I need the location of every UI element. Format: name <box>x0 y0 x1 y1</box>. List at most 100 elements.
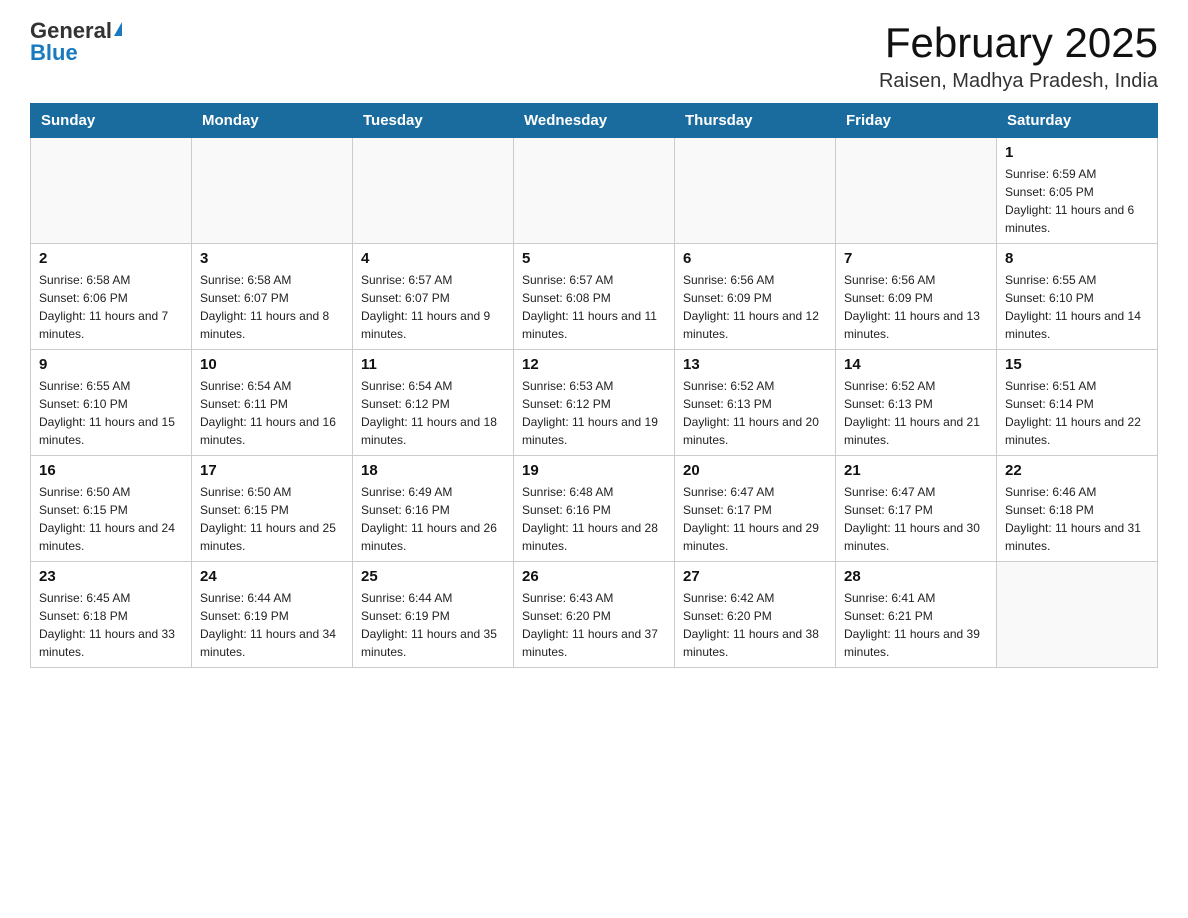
calendar-day-cell: 2 Sunrise: 6:58 AMSunset: 6:06 PMDaylight… <box>31 244 192 350</box>
calendar-day-cell: 21 Sunrise: 6:47 AMSunset: 6:17 PMDayligh… <box>836 456 997 562</box>
day-info: Sunrise: 6:44 AMSunset: 6:19 PMDaylight:… <box>200 589 344 661</box>
day-number: 2 <box>39 250 183 267</box>
day-number: 27 <box>683 568 827 585</box>
day-number: 11 <box>361 356 505 373</box>
day-info: Sunrise: 6:52 AMSunset: 6:13 PMDaylight:… <box>683 377 827 449</box>
day-info: Sunrise: 6:42 AMSunset: 6:20 PMDaylight:… <box>683 589 827 661</box>
calendar-header-row: SundayMondayTuesdayWednesdayThursdayFrid… <box>31 104 1158 138</box>
day-info: Sunrise: 6:56 AMSunset: 6:09 PMDaylight:… <box>844 271 988 343</box>
calendar-day-cell: 15Sunrise: 6:51 AMSunset: 6:14 PMDayligh… <box>997 350 1158 456</box>
calendar-day-cell: 17 Sunrise: 6:50 AMSunset: 6:15 PMDayligh… <box>192 456 353 562</box>
day-info: Sunrise: 6:58 AMSunset: 6:06 PMDaylight:… <box>39 271 183 343</box>
calendar-day-cell: 27 Sunrise: 6:42 AMSunset: 6:20 PMDayligh… <box>675 562 836 668</box>
day-of-week-header: Friday <box>836 104 997 138</box>
day-info: Sunrise: 6:47 AMSunset: 6:17 PMDaylight:… <box>683 483 827 555</box>
calendar-day-cell: 28 Sunrise: 6:41 AMSunset: 6:21 PMDayligh… <box>836 562 997 668</box>
day-info: Sunrise: 6:47 AMSunset: 6:17 PMDaylight:… <box>844 483 988 555</box>
calendar-day-cell: 5 Sunrise: 6:57 AMSunset: 6:08 PMDaylight… <box>514 244 675 350</box>
calendar-day-cell: 6 Sunrise: 6:56 AMSunset: 6:09 PMDaylight… <box>675 244 836 350</box>
day-number: 3 <box>200 250 344 267</box>
day-number: 4 <box>361 250 505 267</box>
day-info: Sunrise: 6:55 AMSunset: 6:10 PMDaylight:… <box>39 377 183 449</box>
day-info: Sunrise: 6:41 AMSunset: 6:21 PMDaylight:… <box>844 589 988 661</box>
calendar-week-row: 9 Sunrise: 6:55 AMSunset: 6:10 PMDaylight… <box>31 350 1158 456</box>
calendar-day-cell <box>997 562 1158 668</box>
day-info: Sunrise: 6:57 AMSunset: 6:08 PMDaylight:… <box>522 271 666 343</box>
calendar-day-cell: 3 Sunrise: 6:58 AMSunset: 6:07 PMDaylight… <box>192 244 353 350</box>
calendar-day-cell: 11 Sunrise: 6:54 AMSunset: 6:12 PMDayligh… <box>353 350 514 456</box>
calendar-day-cell: 14 Sunrise: 6:52 AMSunset: 6:13 PMDayligh… <box>836 350 997 456</box>
page-title: February 2025 <box>879 20 1158 66</box>
day-number: 1 <box>1005 144 1149 161</box>
day-of-week-header: Tuesday <box>353 104 514 138</box>
day-number: 16 <box>39 462 183 479</box>
calendar-day-cell <box>31 138 192 244</box>
day-number: 21 <box>844 462 988 479</box>
day-info: Sunrise: 6:49 AMSunset: 6:16 PMDaylight:… <box>361 483 505 555</box>
day-info: Sunrise: 6:58 AMSunset: 6:07 PMDaylight:… <box>200 271 344 343</box>
day-number: 12 <box>522 356 666 373</box>
day-of-week-header: Monday <box>192 104 353 138</box>
calendar-day-cell: 1 Sunrise: 6:59 AMSunset: 6:05 PMDaylight… <box>997 138 1158 244</box>
day-number: 6 <box>683 250 827 267</box>
title-area: February 2025 Raisen, Madhya Pradesh, In… <box>879 20 1158 93</box>
day-info: Sunrise: 6:48 AMSunset: 6:16 PMDaylight:… <box>522 483 666 555</box>
day-number: 24 <box>200 568 344 585</box>
calendar-day-cell: 18 Sunrise: 6:49 AMSunset: 6:16 PMDayligh… <box>353 456 514 562</box>
day-number: 7 <box>844 250 988 267</box>
calendar-day-cell <box>353 138 514 244</box>
calendar-day-cell: 24 Sunrise: 6:44 AMSunset: 6:19 PMDayligh… <box>192 562 353 668</box>
calendar-week-row: 1 Sunrise: 6:59 AMSunset: 6:05 PMDaylight… <box>31 138 1158 244</box>
day-number: 9 <box>39 356 183 373</box>
calendar-day-cell: 9 Sunrise: 6:55 AMSunset: 6:10 PMDaylight… <box>31 350 192 456</box>
day-number: 8 <box>1005 250 1149 267</box>
day-of-week-header: Wednesday <box>514 104 675 138</box>
day-of-week-header: Saturday <box>997 104 1158 138</box>
calendar-day-cell <box>675 138 836 244</box>
calendar-day-cell: 26 Sunrise: 6:43 AMSunset: 6:20 PMDayligh… <box>514 562 675 668</box>
day-info: Sunrise: 6:43 AMSunset: 6:20 PMDaylight:… <box>522 589 666 661</box>
logo-general-text: General <box>30 20 112 42</box>
day-number: 10 <box>200 356 344 373</box>
calendar-week-row: 23Sunrise: 6:45 AMSunset: 6:18 PMDayligh… <box>31 562 1158 668</box>
day-number: 17 <box>200 462 344 479</box>
calendar-day-cell: 23Sunrise: 6:45 AMSunset: 6:18 PMDayligh… <box>31 562 192 668</box>
day-number: 5 <box>522 250 666 267</box>
day-number: 13 <box>683 356 827 373</box>
calendar-day-cell <box>192 138 353 244</box>
day-info: Sunrise: 6:54 AMSunset: 6:12 PMDaylight:… <box>361 377 505 449</box>
day-number: 20 <box>683 462 827 479</box>
subtitle: Raisen, Madhya Pradesh, India <box>879 70 1158 93</box>
day-of-week-header: Sunday <box>31 104 192 138</box>
day-info: Sunrise: 6:50 AMSunset: 6:15 PMDaylight:… <box>200 483 344 555</box>
day-info: Sunrise: 6:44 AMSunset: 6:19 PMDaylight:… <box>361 589 505 661</box>
day-info: Sunrise: 6:56 AMSunset: 6:09 PMDaylight:… <box>683 271 827 343</box>
day-number: 28 <box>844 568 988 585</box>
logo: General Blue <box>30 20 122 65</box>
calendar-day-cell <box>836 138 997 244</box>
calendar-day-cell: 8Sunrise: 6:55 AMSunset: 6:10 PMDaylight… <box>997 244 1158 350</box>
day-info: Sunrise: 6:50 AMSunset: 6:15 PMDaylight:… <box>39 483 183 555</box>
day-number: 22 <box>1005 462 1149 479</box>
day-info: Sunrise: 6:45 AMSunset: 6:18 PMDaylight:… <box>39 589 183 661</box>
calendar-day-cell: 12Sunrise: 6:53 AMSunset: 6:12 PMDayligh… <box>514 350 675 456</box>
day-info: Sunrise: 6:51 AMSunset: 6:14 PMDaylight:… <box>1005 377 1149 449</box>
logo-triangle-icon <box>114 22 122 36</box>
day-number: 25 <box>361 568 505 585</box>
calendar-week-row: 16 Sunrise: 6:50 AMSunset: 6:15 PMDayligh… <box>31 456 1158 562</box>
logo-blue-text: Blue <box>30 40 78 65</box>
calendar-day-cell: 10 Sunrise: 6:54 AMSunset: 6:11 PMDayligh… <box>192 350 353 456</box>
day-info: Sunrise: 6:52 AMSunset: 6:13 PMDaylight:… <box>844 377 988 449</box>
day-number: 18 <box>361 462 505 479</box>
calendar-day-cell: 13 Sunrise: 6:52 AMSunset: 6:13 PMDayligh… <box>675 350 836 456</box>
day-number: 26 <box>522 568 666 585</box>
day-info: Sunrise: 6:59 AMSunset: 6:05 PMDaylight:… <box>1005 165 1149 237</box>
calendar-table: SundayMondayTuesdayWednesdayThursdayFrid… <box>30 103 1158 668</box>
calendar-day-cell: 7 Sunrise: 6:56 AMSunset: 6:09 PMDaylight… <box>836 244 997 350</box>
calendar-day-cell <box>514 138 675 244</box>
calendar-day-cell: 19Sunrise: 6:48 AMSunset: 6:16 PMDayligh… <box>514 456 675 562</box>
calendar-day-cell: 4Sunrise: 6:57 AMSunset: 6:07 PMDaylight… <box>353 244 514 350</box>
calendar-day-cell: 16 Sunrise: 6:50 AMSunset: 6:15 PMDayligh… <box>31 456 192 562</box>
day-info: Sunrise: 6:54 AMSunset: 6:11 PMDaylight:… <box>200 377 344 449</box>
day-number: 14 <box>844 356 988 373</box>
